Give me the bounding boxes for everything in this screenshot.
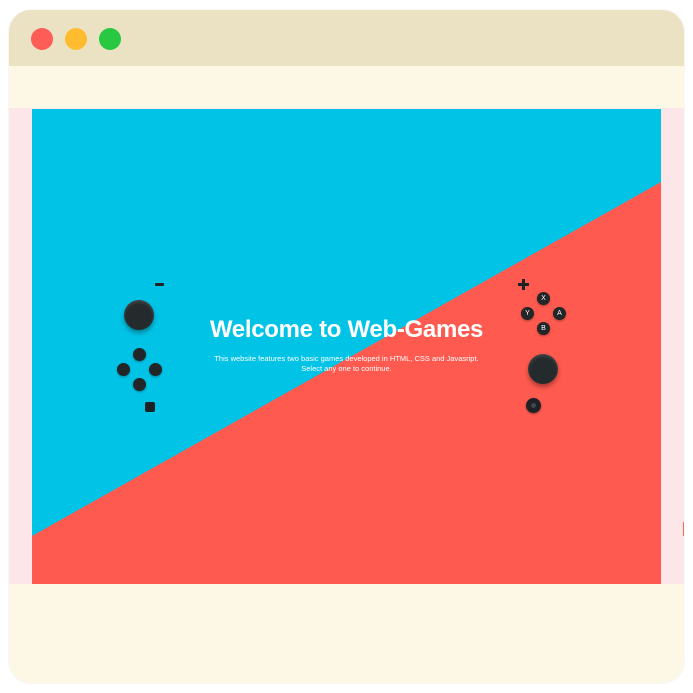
- x-button-label: X: [541, 295, 546, 302]
- close-window-button[interactable]: [31, 28, 53, 50]
- game-selection-hero: X Y A B Welcome to Web-Games This websit…: [32, 109, 661, 584]
- page-instruction: Select any one to continue.: [301, 364, 392, 373]
- split-background: [32, 109, 661, 584]
- plus-icon-vertical: [522, 279, 525, 290]
- home-icon: [526, 398, 541, 413]
- scroll-edge-marker: [683, 522, 684, 536]
- minimize-window-button[interactable]: [65, 28, 87, 50]
- maximize-window-button[interactable]: [99, 28, 121, 50]
- page-title: Welcome to Web-Games: [209, 316, 484, 343]
- browser-window: X Y A B Welcome to Web-Games This websit…: [9, 10, 684, 683]
- dpad-down-icon: [133, 378, 146, 391]
- capture-icon: [145, 402, 155, 412]
- page-subtitle: This website features two basic games de…: [214, 354, 479, 363]
- window-titlebar: [9, 10, 684, 66]
- x-button: X: [537, 292, 550, 305]
- minus-icon: [155, 283, 164, 286]
